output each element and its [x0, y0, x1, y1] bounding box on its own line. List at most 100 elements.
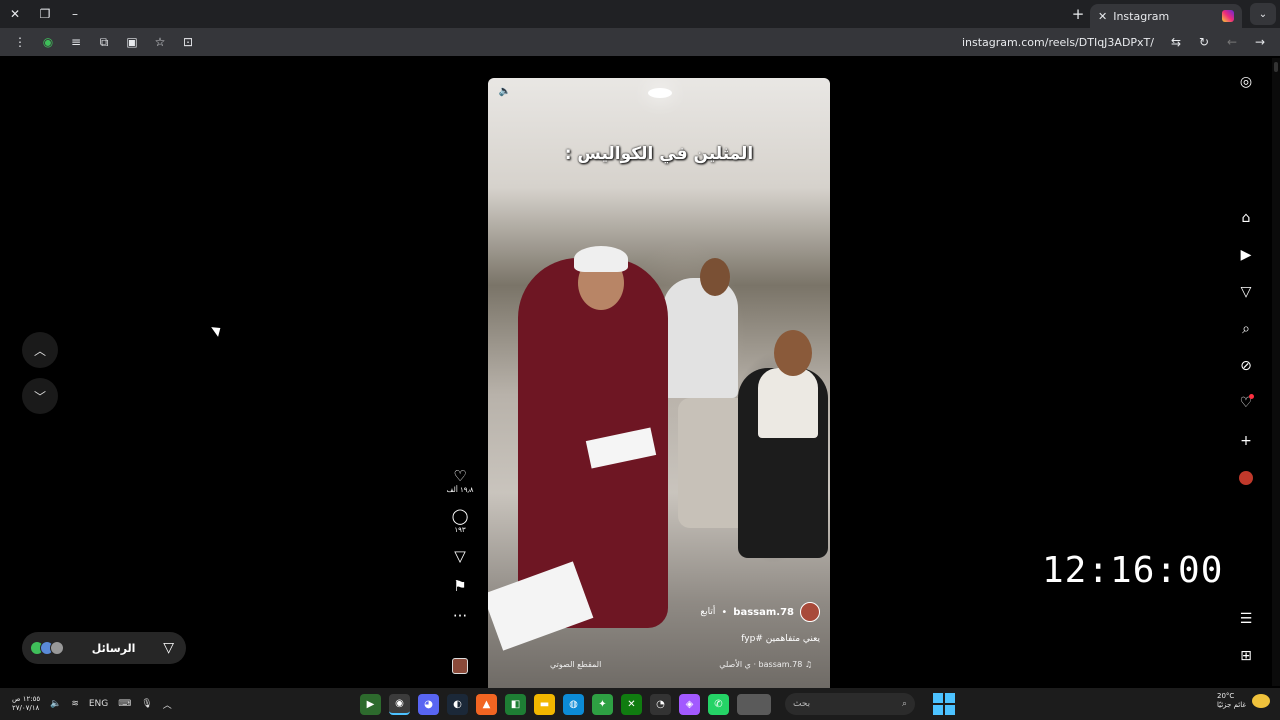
whatsapp-icon[interactable]: ✆	[708, 693, 729, 715]
language-indicator[interactable]: ENG	[89, 699, 108, 709]
install-app-icon[interactable]: ⊡	[176, 30, 200, 54]
reel-description[interactable]: يعني متفاهمين #fyp	[741, 634, 820, 644]
person-standing	[663, 278, 738, 398]
comment-icon[interactable]: ◯	[452, 508, 469, 524]
start-button[interactable]	[933, 693, 955, 715]
original-sound-label[interactable]: المقطع الصوتي	[550, 660, 601, 669]
also-from-meta-icon[interactable]: ⊞	[1232, 644, 1260, 668]
new-tab-button[interactable]: +	[1066, 0, 1090, 28]
site-settings-icon[interactable]: ⇆	[1164, 30, 1188, 54]
close-window-icon[interactable]: ✕	[0, 0, 30, 28]
file-explorer-icon[interactable]: ▬	[534, 693, 555, 715]
tab-close-icon[interactable]: ✕	[1098, 10, 1107, 23]
system-clock[interactable]: ١٢:٥٥ ص ٢٧/٠٧/١٨	[12, 695, 40, 713]
person-sitting-shirt	[758, 368, 818, 438]
reload-icon[interactable]: ↻	[1192, 30, 1216, 54]
send-icon[interactable]: ▽	[454, 548, 466, 564]
edge-icon[interactable]: ◍	[563, 693, 584, 715]
save-action[interactable]: ⚑	[444, 578, 476, 594]
messages-label: الرسائل	[91, 641, 136, 655]
explore-icon[interactable]: ⊘	[1232, 354, 1260, 378]
keyboard-icon[interactable]: ⌨	[118, 699, 131, 709]
notifications-icon[interactable]: ♡	[1232, 391, 1260, 415]
speedometer-icon[interactable]: ◔	[650, 693, 671, 715]
reels-icon[interactable]: ▶	[1232, 243, 1260, 267]
bookmark-star-icon[interactable]: ☆	[148, 30, 172, 54]
audio-thumbnail[interactable]	[452, 658, 468, 674]
tab-search-button[interactable]: ⌄	[1250, 3, 1276, 25]
like-count: ١٩٫٨ ألف	[446, 486, 474, 494]
discord-icon[interactable]: ◕	[418, 693, 439, 715]
extension-2-icon[interactable]: ▣	[120, 30, 144, 54]
home-icon[interactable]: ⌂	[1232, 206, 1260, 230]
reel-author: bassam.78 • أتابع	[700, 602, 820, 622]
tab-instagram[interactable]: ✕ Instagram	[1090, 4, 1242, 28]
address-bar[interactable]: instagram.com/reels/DTIqJ3ADPxT/	[962, 36, 1154, 49]
search-placeholder: بحث	[793, 699, 811, 709]
clock-overlay: 12:16:00	[1042, 550, 1224, 591]
author-avatar[interactable]	[800, 602, 820, 622]
more-icon[interactable]: ···	[453, 608, 467, 624]
volume-icon[interactable]: 🔈	[498, 86, 512, 100]
more-menu-icon[interactable]: ☰	[1232, 607, 1260, 631]
extensions-puzzle-icon[interactable]: ⧉	[92, 30, 116, 54]
chrome-icon[interactable]: ◉	[389, 693, 410, 715]
app-grid-icon[interactable]: ✦	[592, 693, 613, 715]
reading-list-icon[interactable]: ≡	[64, 30, 88, 54]
tab-title: Instagram	[1113, 9, 1170, 23]
back-icon[interactable]: →	[1248, 30, 1272, 54]
like-action[interactable]: ♡ ١٩٫٨ ألف	[444, 468, 476, 494]
tray-expand-icon[interactable]: ︿	[163, 698, 172, 711]
steam-icon[interactable]: ◐	[447, 693, 468, 715]
search-box[interactable]: بحث ⌕	[785, 693, 915, 715]
wifi-icon[interactable]: ≋	[71, 699, 79, 709]
extension-icon[interactable]: ◉	[36, 30, 60, 54]
create-icon[interactable]: +	[1232, 429, 1260, 453]
instagram-logo-icon[interactable]: ◎	[1232, 70, 1260, 94]
restore-window-icon[interactable]: ❐	[30, 0, 60, 28]
start-tile	[933, 705, 943, 715]
message-avatars	[30, 641, 65, 655]
nvidia-icon[interactable]: ◧	[505, 693, 526, 715]
taskbar-apps: ▶ ◉ ◕ ◐ ▲ ◧ ▬ ◍ ✦ ✕ ◔ ◈ ✆ بحث ⌕	[360, 693, 955, 715]
follow-button[interactable]: أتابع	[700, 607, 715, 617]
menu-icon[interactable]: ⋮	[8, 30, 32, 54]
speaker-icon[interactable]: 🔈	[50, 699, 61, 709]
xbox-icon[interactable]: ✕	[621, 693, 642, 715]
taskbar-widget-image[interactable]	[737, 693, 771, 715]
forward-icon[interactable]: ←	[1220, 30, 1244, 54]
reel-actions: ♡ ١٩٫٨ ألف ◯ ١٩٣ ▽ ⚑ ···	[444, 468, 476, 638]
bookmark-icon[interactable]: ⚑	[453, 578, 466, 594]
profile-avatar[interactable]	[1232, 466, 1260, 490]
copilot-icon[interactable]: ◈	[679, 693, 700, 715]
messages-button[interactable]: ▽ الرسائل	[22, 632, 186, 664]
comment-count: ١٩٣	[454, 526, 466, 534]
minimize-window-icon[interactable]: –	[60, 0, 90, 28]
previous-reel-button[interactable]: ︿	[22, 332, 58, 368]
send-icon: ▽	[163, 640, 174, 656]
reel-video[interactable]: 🔈 المثلين في الكواليس : bassam.78 • أتاب…	[488, 78, 830, 688]
heart-icon[interactable]: ♡	[453, 468, 466, 484]
mic-icon[interactable]: 🎙	[141, 699, 152, 709]
start-tile	[945, 693, 955, 703]
script-paper-2	[488, 561, 594, 651]
ceiling-lamp	[648, 88, 672, 98]
more-action[interactable]: ···	[444, 608, 476, 624]
avatar	[50, 641, 65, 655]
comment-action[interactable]: ◯ ١٩٣	[444, 508, 476, 534]
scrollbar[interactable]	[1272, 58, 1280, 686]
author-username[interactable]: bassam.78	[733, 607, 794, 618]
notification-dot	[1249, 394, 1254, 399]
person-sitting-head	[774, 330, 812, 376]
search-icon[interactable]: ⌕	[1232, 317, 1260, 341]
next-reel-button[interactable]: ﹀	[22, 378, 58, 414]
share-action[interactable]: ▽	[444, 548, 476, 564]
messages-icon[interactable]: ▽	[1232, 280, 1260, 304]
app-play-icon[interactable]: ▶	[360, 693, 381, 715]
reel-audio-credit[interactable]: ♫ bassam.78 · ي الأصلي	[719, 660, 812, 669]
weather-temperature: 20°C	[1216, 692, 1235, 700]
mouse-cursor	[211, 323, 224, 337]
weather-widget[interactable]: 20°C غائم جزئيًا	[1217, 692, 1270, 710]
app-triangle-icon[interactable]: ▲	[476, 693, 497, 715]
title-bar: ✕ ❐ – + ✕ Instagram ⌄	[0, 0, 1280, 28]
